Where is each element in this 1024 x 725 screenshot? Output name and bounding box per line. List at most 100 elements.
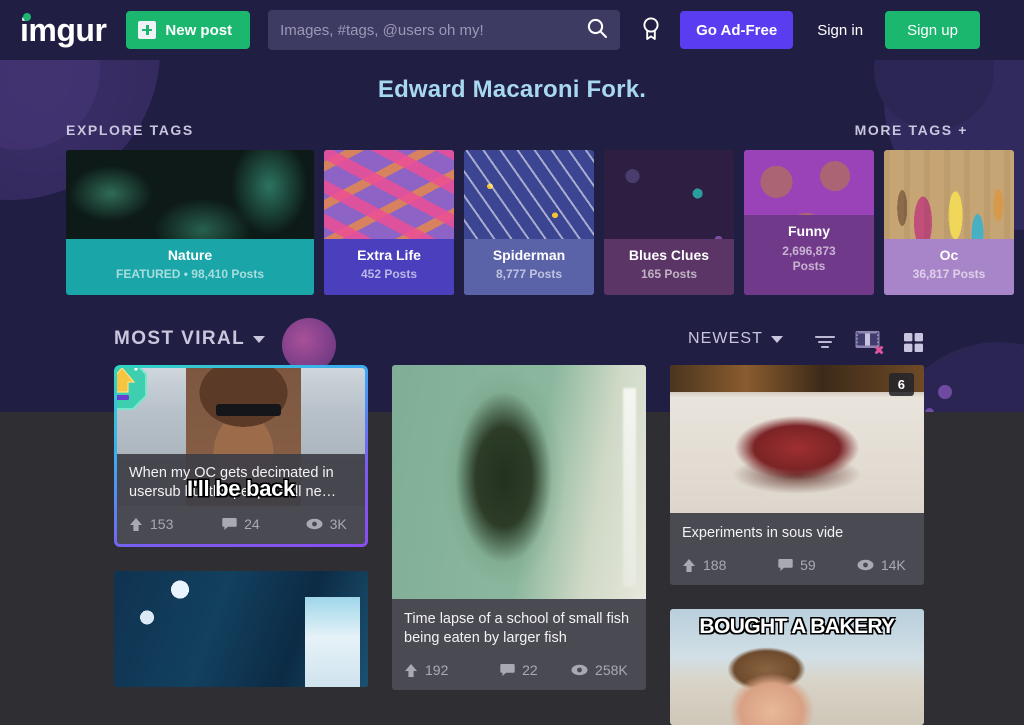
sort-bar: MOST VIRAL NEWEST	[0, 326, 1024, 366]
tag-count: 165 Posts	[640, 267, 698, 282]
post-stats: 192 22 258K	[392, 652, 646, 690]
upvote-icon	[405, 663, 417, 677]
sign-up-button[interactable]: Sign up	[885, 11, 980, 49]
new-post-label: New post	[165, 21, 233, 39]
post-grid: I'll be back When my OC gets decimated i…	[114, 365, 924, 725]
points-value: 153	[150, 516, 174, 532]
points-value: 192	[425, 662, 449, 679]
tag-card-extra-life[interactable]: Extra Life 452 Posts	[324, 150, 454, 295]
most-viral-label: MOST VIRAL	[114, 328, 246, 349]
comments-value: 22	[522, 662, 538, 679]
comment-icon	[500, 664, 515, 677]
eye-icon	[857, 559, 874, 571]
stat-views: 258K	[557, 662, 634, 678]
tag-footer: Nature FEATURED • 98,410 Posts	[66, 238, 314, 295]
post-body: Time lapse of a school of small fish bei…	[392, 599, 646, 652]
search-icon[interactable]	[586, 17, 608, 44]
top-navigation-bar: imgur New post Go Ad-Free Sign in Sign u…	[0, 0, 1024, 60]
stat-views: 3K	[278, 516, 353, 532]
chevron-down-icon	[253, 335, 266, 343]
tag-card-blues-clues[interactable]: Blues Clues 165 Posts	[604, 150, 734, 295]
post-image: I'll be back When my OC gets decimated i…	[117, 368, 365, 506]
newest-dropdown[interactable]: NEWEST	[688, 330, 784, 348]
stat-views: 14K	[835, 557, 912, 573]
post-image	[114, 571, 368, 687]
tag-card-nature[interactable]: Nature FEATURED • 98,410 Posts	[66, 150, 314, 295]
post-stats: 188 59 14K	[670, 547, 924, 585]
notifications-button[interactable]	[634, 10, 668, 50]
tag-count: 2,696,873 Posts	[782, 243, 836, 274]
new-post-button[interactable]: New post	[126, 11, 251, 49]
post-stats: 153 24 3K	[117, 506, 365, 544]
most-viral-dropdown[interactable]: MOST VIRAL	[114, 328, 266, 350]
view-options	[814, 328, 928, 361]
comments-value: 59	[800, 557, 816, 574]
ribbon-badge-icon	[641, 16, 661, 45]
upvote-icon	[683, 558, 695, 572]
chevron-down-icon	[771, 335, 784, 343]
tag-footer: Spiderman 8,777 Posts	[464, 238, 594, 295]
tag-card-funny[interactable]: Funny 2,696,873 Posts	[744, 150, 874, 295]
stat-points: 188	[682, 557, 759, 573]
image-caption-text: BOUGHT A BAKERY	[699, 615, 895, 639]
tag-footer: Oc 36,817 Posts	[884, 238, 1014, 295]
plus-square-icon	[138, 21, 157, 39]
grid-column-1: I'll be back When my OC gets decimated i…	[114, 365, 368, 725]
stat-comments: 59	[759, 557, 836, 573]
tag-card-row: Nature FEATURED • 98,410 Posts Extra Lif…	[66, 150, 1014, 295]
post-card[interactable]: 6 Experiments in sous vide 188 59 14K	[670, 365, 924, 586]
newest-label: NEWEST	[688, 330, 764, 347]
tag-name: Funny	[788, 223, 830, 240]
tag-count: 36,817 Posts	[912, 267, 986, 282]
search-bar[interactable]	[268, 10, 621, 50]
tag-name: Blues Clues	[628, 246, 710, 263]
tag-count: 8,777 Posts	[495, 267, 563, 282]
post-image	[670, 365, 924, 513]
tag-card-spiderman[interactable]: Spiderman 8,777 Posts	[464, 150, 594, 295]
points-value: 188	[703, 557, 727, 574]
post-card[interactable]: Time lapse of a school of small fish bei…	[392, 365, 646, 691]
comment-icon	[222, 518, 237, 530]
tag-footer: Funny 2,696,873 Posts	[744, 215, 874, 295]
tag-footer: Extra Life 452 Posts	[324, 238, 454, 295]
post-title: Time lapse of a school of small fish bei…	[404, 611, 630, 647]
search-input[interactable]	[280, 21, 581, 39]
logo-text: imgur	[20, 12, 107, 48]
comment-icon	[778, 559, 793, 572]
post-card[interactable]: BOUGHT A BAKERY	[670, 609, 924, 725]
tag-count: FEATURED • 98,410 Posts	[115, 267, 265, 282]
tag-count: 452 Posts	[360, 267, 418, 282]
filter-icon[interactable]	[814, 333, 836, 356]
views-value: 3K	[329, 516, 347, 532]
go-ad-free-button[interactable]: Go Ad-Free	[680, 11, 794, 49]
page-title: Edward Macaroni Fork.	[377, 76, 647, 103]
grid-column-2: Time lapse of a school of small fish bei…	[392, 365, 646, 725]
tag-name: Spiderman	[492, 246, 566, 263]
stat-comments: 22	[481, 662, 558, 678]
tag-card-oc[interactable]: Oc 36,817 Posts	[884, 150, 1014, 295]
tag-name: Nature	[167, 246, 213, 263]
tag-footer: Blues Clues 165 Posts	[604, 238, 734, 295]
imgur-logo[interactable]: imgur	[20, 12, 107, 48]
comments-value: 24	[244, 516, 260, 532]
image-count-badge: 6	[888, 373, 914, 396]
post-card[interactable]	[114, 571, 368, 687]
eye-icon	[571, 665, 588, 676]
filmstrip-icon[interactable]	[854, 328, 886, 361]
post-grid-area: I'll be back When my OC gets decimated i…	[0, 365, 1024, 725]
post-card-featured[interactable]: I'll be back When my OC gets decimated i…	[114, 365, 368, 547]
post-image	[392, 365, 646, 599]
tags-header: EXPLORE TAGS MORE TAGS +	[66, 122, 968, 138]
post-title: Experiments in sous vide	[682, 525, 844, 541]
post-body: Experiments in sous vide	[670, 513, 924, 547]
sign-in-button[interactable]: Sign in	[801, 11, 879, 49]
tag-name: Oc	[939, 246, 959, 263]
logo-dot	[23, 13, 31, 21]
decorative-dot	[938, 385, 952, 399]
upvote-icon	[130, 517, 142, 531]
image-caption-text: I'll be back	[186, 476, 295, 501]
views-value: 258K	[595, 662, 628, 679]
more-tags-link[interactable]: MORE TAGS +	[855, 122, 968, 138]
trophy-badge-icon	[117, 368, 148, 411]
grid-icon[interactable]	[904, 331, 928, 358]
